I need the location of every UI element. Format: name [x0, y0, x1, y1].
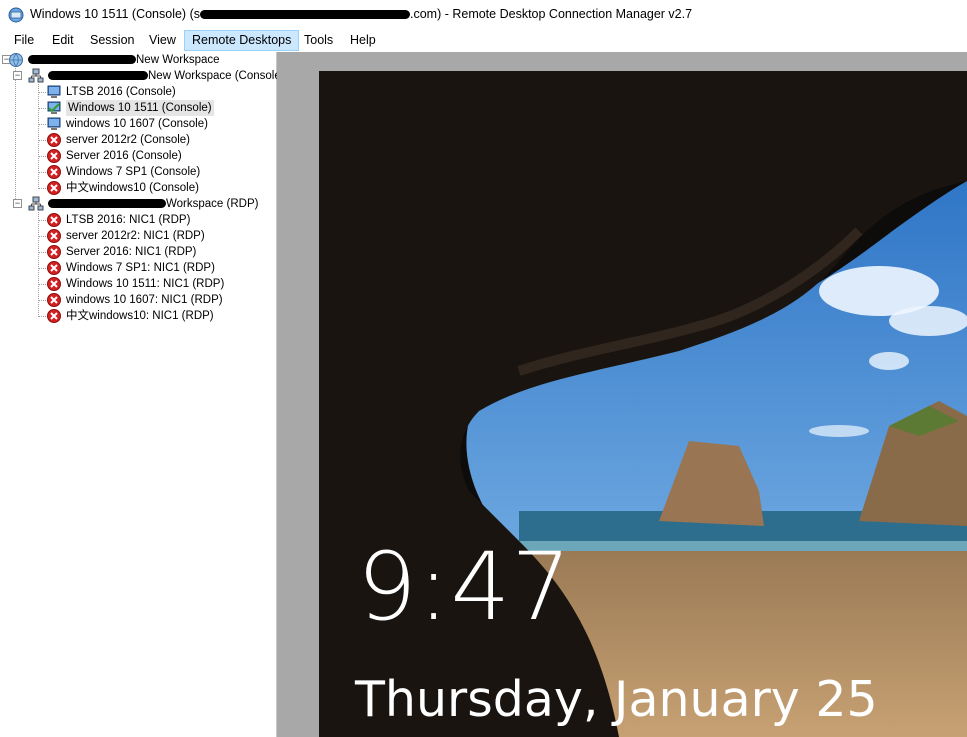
- error-icon: [47, 149, 61, 163]
- tree-server-label: Windows 10 1511: NIC1 (RDP): [66, 278, 225, 290]
- remote-session-viewer[interactable]: 9:47 Thursday, January 25: [277, 52, 967, 737]
- error-icon: [47, 245, 61, 259]
- redacted-name: [28, 55, 136, 65]
- window-title-suffix: .com) - Remote Desktop Connection Manage…: [409, 7, 693, 21]
- tree-group-label: Workspace (RDP): [48, 196, 258, 212]
- tree-server-label: Server 2016 (Console): [66, 150, 182, 162]
- tree-connector: [38, 212, 39, 317]
- menu-help[interactable]: Help: [343, 31, 383, 50]
- tree-server-label: Windows 7 SP1: NIC1 (RDP): [66, 262, 215, 274]
- tree-server-label: 中文windows10 (Console): [66, 182, 199, 194]
- tree-connector: [38, 84, 39, 189]
- active-connected-icon: [47, 101, 61, 114]
- error-icon: [47, 277, 61, 291]
- tree-server-label: Server 2016: NIC1 (RDP): [66, 246, 197, 258]
- error-icon: [47, 293, 61, 307]
- title-bar: Windows 10 1511 (Console) (s .com) - Remo…: [0, 0, 967, 29]
- tree-connector: [39, 252, 46, 253]
- tree-server-label: LTSB 2016: NIC1 (RDP): [66, 214, 191, 226]
- error-icon: [47, 165, 61, 179]
- menu-remote-desktops[interactable]: Remote Desktops: [184, 30, 300, 51]
- tree-connector: [39, 108, 46, 109]
- tree-connector: [39, 220, 46, 221]
- tree-connector: [39, 156, 46, 157]
- tree-server-label: windows 10 1607 (Console): [66, 118, 208, 130]
- redacted-name: [48, 199, 166, 209]
- error-icon: [47, 309, 61, 323]
- tree-connector: [15, 66, 16, 207]
- remote-lock-screen[interactable]: 9:47 Thursday, January 25: [319, 71, 967, 737]
- lockscreen-time: 9:47: [357, 533, 573, 642]
- error-icon: [47, 261, 61, 275]
- menu-session[interactable]: Session: [83, 31, 141, 50]
- tree-connector: [39, 284, 46, 285]
- redacted-name: [48, 71, 148, 81]
- error-icon: [47, 133, 61, 147]
- tree-connector: [39, 140, 46, 141]
- collapse-icon[interactable]: −: [13, 199, 22, 208]
- server-group-icon: [28, 196, 44, 211]
- tree-connector: [39, 172, 46, 173]
- tree-connector: [39, 300, 46, 301]
- tree-connector: [39, 188, 46, 189]
- window-title: Windows 10 1511 (Console) (s .com) - Remo…: [30, 7, 692, 21]
- tree-server-label: Windows 7 SP1 (Console): [66, 166, 201, 178]
- menu-edit[interactable]: Edit: [45, 31, 81, 50]
- tree-connector: [39, 316, 46, 317]
- error-icon: [47, 213, 61, 227]
- tree-server-label: server 2012r2: NIC1 (RDP): [66, 230, 205, 242]
- window-title-prefix: Windows 10 1511 (Console) (s: [30, 7, 200, 21]
- tree-connector: [39, 92, 46, 93]
- workspace-globe-icon: [9, 53, 23, 67]
- connected-icon: [47, 85, 61, 98]
- tree-connector: [39, 268, 46, 269]
- tree-server-label: LTSB 2016 (Console): [66, 86, 176, 98]
- tree-connector: [39, 124, 46, 125]
- connected-icon: [47, 117, 61, 130]
- tree-group-label: New Workspace (Console): [48, 68, 285, 84]
- server-tree-pane[interactable]: − New Workspace − New Workspace (Console…: [0, 52, 285, 737]
- error-icon: [47, 181, 61, 195]
- tree-server-label: server 2012r2 (Console): [66, 134, 191, 146]
- collapse-icon[interactable]: −: [13, 71, 22, 80]
- server-group-icon: [28, 68, 44, 83]
- tree-server-label: Windows 10 1511 (Console): [66, 100, 214, 116]
- lockscreen-date: Thursday, January 25: [355, 671, 878, 728]
- menu-bar: File Edit Session View Remote Desktops T…: [0, 30, 967, 51]
- menu-tools[interactable]: Tools: [297, 31, 340, 50]
- menu-file[interactable]: File: [7, 31, 41, 50]
- error-icon: [47, 229, 61, 243]
- menu-view[interactable]: View: [142, 31, 183, 50]
- redacted-email: [199, 10, 410, 20]
- rdcman-app-icon: [8, 7, 24, 23]
- tree-connector: [39, 236, 46, 237]
- tree-server-label: windows 10 1607: NIC1 (RDP): [66, 294, 223, 306]
- tree-root-label: New Workspace: [28, 52, 220, 68]
- tree-server-label: 中文windows10: NIC1 (RDP): [66, 310, 214, 322]
